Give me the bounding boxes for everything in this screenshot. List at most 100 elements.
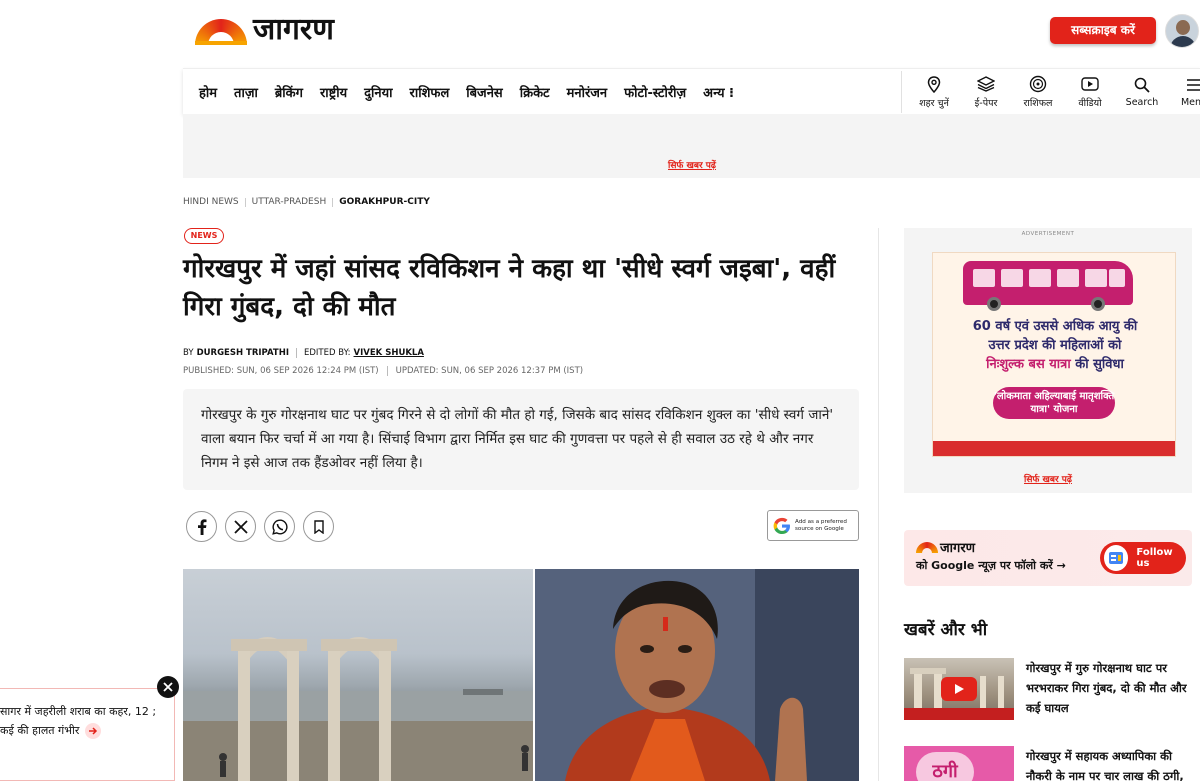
facebook-icon	[197, 518, 206, 535]
article-summary: गोरखपुर के गुरु गोरक्षनाथ घाट पर गुंबद ग…	[183, 389, 859, 490]
follow-us-label: Follow us	[1136, 547, 1173, 569]
hamburger-menu-icon	[1185, 76, 1200, 94]
whatsapp-icon	[271, 518, 288, 535]
nav-video[interactable]: वीडियो	[1065, 69, 1115, 115]
thumbnail-text: ठगी	[916, 752, 974, 781]
nav-city-select[interactable]: शहर चुनें	[909, 69, 959, 115]
nav-item-breaking[interactable]: ब्रेकिंग	[275, 83, 303, 101]
nav-epaper[interactable]: ई-पेपर	[961, 69, 1011, 115]
column-divider	[878, 228, 879, 781]
story-thumbnail[interactable]	[904, 658, 1014, 720]
thumbnail-caption-strip	[904, 708, 1014, 720]
read-only-news-link[interactable]: सिर्फ खबर पढ़ें	[904, 472, 1192, 485]
whatsapp-share-button[interactable]	[264, 511, 295, 542]
nav-horoscope[interactable]: राशिफल	[1013, 69, 1063, 115]
by-prefix: BY	[183, 348, 194, 358]
nav-item-photo-stories[interactable]: फोटो-स्टोरीज़	[624, 83, 686, 101]
published-date: PUBLISHED: SUN, 06 SEP 2026 12:24 PM (IS…	[183, 366, 379, 376]
ravikishan-photo	[535, 569, 859, 781]
nav-item-horoscope[interactable]: राशिफल	[410, 83, 450, 101]
breadcrumb: HINDI NEWS UTTAR-PRADESH GORAKHPUR-CITY	[183, 197, 436, 207]
nav-item-more[interactable]: अन्य ⁝	[703, 83, 734, 101]
nav-item-business[interactable]: बिजनेस	[466, 83, 502, 101]
floating-news-text[interactable]: सागर में जहरीली शराब का कहर, 12 ; कई की …	[0, 702, 165, 740]
nav-icon-label: Menu	[1180, 97, 1200, 108]
nav-item-national[interactable]: राष्ट्रीय	[320, 83, 347, 101]
jagran-logo[interactable]: जागरण	[195, 14, 334, 46]
byline-separator	[296, 348, 297, 358]
user-avatar[interactable]	[1165, 14, 1199, 48]
breadcrumb-item-uttar-pradesh[interactable]: UTTAR-PRADESH	[252, 197, 327, 207]
nav-menu[interactable]: Menu	[1169, 69, 1200, 115]
nav-search[interactable]: Search	[1117, 69, 1167, 115]
article-headline: गोरखपुर में जहां सांसद रविकिशन ने कहा था…	[183, 254, 836, 322]
follow-brand-name: जागरण	[940, 541, 976, 556]
zodiac-wheel-icon	[1029, 75, 1047, 93]
follow-description: को Google न्यूज़ पर फॉलो करें →	[916, 559, 1066, 572]
logo-text: जागरण	[253, 12, 334, 47]
x-share-button[interactable]	[225, 511, 256, 542]
nav-icon-label: राशिफल	[1023, 98, 1053, 109]
article-image[interactable]	[183, 569, 859, 781]
byline: BY DURGESH TRIPATHI EDITED BY: VIVEK SHU…	[183, 348, 424, 358]
news-badge[interactable]: NEWS	[184, 228, 224, 244]
google-news-icon	[1104, 545, 1129, 571]
bookmark-button[interactable]	[303, 511, 334, 542]
follow-brand: जागरण	[916, 538, 975, 556]
list-item[interactable]: ठगी गोरखपुर में सहायक अध्यापिका की नौकरी…	[904, 746, 1196, 781]
nav-icon-label: ई-पेपर	[974, 98, 998, 109]
story-thumbnail[interactable]: ठगी	[904, 746, 1014, 781]
nav-item-world[interactable]: दुनिया	[364, 83, 392, 101]
nav-item-latest[interactable]: ताज़ा	[234, 83, 258, 101]
story-title[interactable]: गोरखपुर में सहायक अध्यापिका की नौकरी के …	[1026, 746, 1196, 781]
editor-name[interactable]: VIVEK SHUKLA	[354, 348, 424, 358]
up-bus-scheme-banner[interactable]: 60 वर्ष एवं उससे अधिक आयु की उत्तर प्रदे…	[932, 252, 1176, 457]
play-video-icon[interactable]	[941, 677, 977, 701]
bookmark-icon	[313, 519, 324, 534]
nav-divider	[901, 71, 902, 113]
google-pref-line1: Add as a preferred	[795, 518, 847, 525]
more-news-heading: खबरें और भी	[904, 620, 988, 640]
breadcrumb-item-hindi-news[interactable]: HINDI NEWS	[183, 197, 239, 207]
banner-headline: 60 वर्ष एवं उससे अधिक आयु की उत्तर प्रदे…	[941, 317, 1169, 374]
nav-icon-label: शहर चुनें	[919, 98, 949, 109]
nav-icon-label: वीडियो	[1078, 98, 1102, 109]
location-pin-icon	[925, 75, 943, 93]
facebook-share-button[interactable]	[186, 511, 217, 542]
newspaper-stack-icon	[977, 75, 995, 93]
follow-us-button[interactable]: Follow us	[1100, 542, 1186, 574]
nav-item-entertainment[interactable]: मनोरंजन	[567, 83, 608, 101]
pink-bus-icon	[963, 261, 1133, 311]
ghat-photo	[183, 569, 533, 781]
banner-footer-strip	[933, 441, 1175, 456]
ghat-structure-illustration	[183, 637, 533, 781]
google-preferred-source-button[interactable]: Add as a preferred source on Google	[767, 510, 859, 541]
list-item[interactable]: गोरखपुर में गुरु गोरक्षनाथ घाट पर भरभराक…	[904, 658, 1196, 720]
scheme-name-pill: 'लोकमाता अहिल्याबाई मातृशक्ति यात्रा' यो…	[993, 387, 1115, 419]
nav-item-cricket[interactable]: क्रिकेट	[520, 83, 550, 101]
share-buttons	[186, 511, 342, 542]
arrow-right-icon[interactable]	[84, 723, 101, 739]
subscribe-button[interactable]: सब्सक्राइब करें	[1050, 17, 1156, 44]
google-pref-text: Add as a preferred source on Google	[795, 519, 847, 533]
advertisement-label: ADVERTISEMENT	[1021, 231, 1075, 237]
nav-item-home[interactable]: होम	[199, 83, 217, 101]
main-nav: होम ताज़ा ब्रेकिंग राष्ट्रीय दुनिया राशि…	[183, 68, 1200, 114]
top-bar: जागरण सब्सक्राइब करें	[0, 0, 1200, 62]
breadcrumb-item-gorakhpur-city[interactable]: GORAKHPUR-CITY	[339, 197, 430, 207]
story-title[interactable]: गोरखपुर में गुरु गोरक्षनाथ घाट पर भरभराक…	[1026, 658, 1196, 718]
top-ad-slot: सिर्फ खबर पढ़ें	[183, 114, 1200, 178]
article-dates: PUBLISHED: SUN, 06 SEP 2026 12:24 PM (IS…	[183, 366, 583, 376]
close-floating-button[interactable]	[157, 676, 179, 698]
breadcrumb-separator	[244, 197, 246, 207]
author-name[interactable]: DURGESH TRIPATHI	[197, 348, 289, 358]
date-separator	[386, 366, 388, 376]
updated-date: UPDATED: SUN, 06 SEP 2026 12:37 PM (IST)	[395, 366, 584, 376]
read-only-news-link[interactable]: सिर्फ खबर पढ़ें	[668, 158, 716, 171]
sun-logo-icon	[195, 15, 247, 45]
google-news-follow-card[interactable]: जागरण को Google न्यूज़ पर फॉलो करें → Fo…	[904, 530, 1192, 586]
nav-icon-group: शहर चुनें ई-पेपर राशिफल वीडियो Search Me…	[909, 69, 1200, 115]
search-icon	[1133, 76, 1151, 94]
floating-news-headline: सागर में जहरीली शराब का कहर, 12 ; कई की …	[0, 705, 157, 737]
sun-logo-icon	[916, 541, 938, 553]
